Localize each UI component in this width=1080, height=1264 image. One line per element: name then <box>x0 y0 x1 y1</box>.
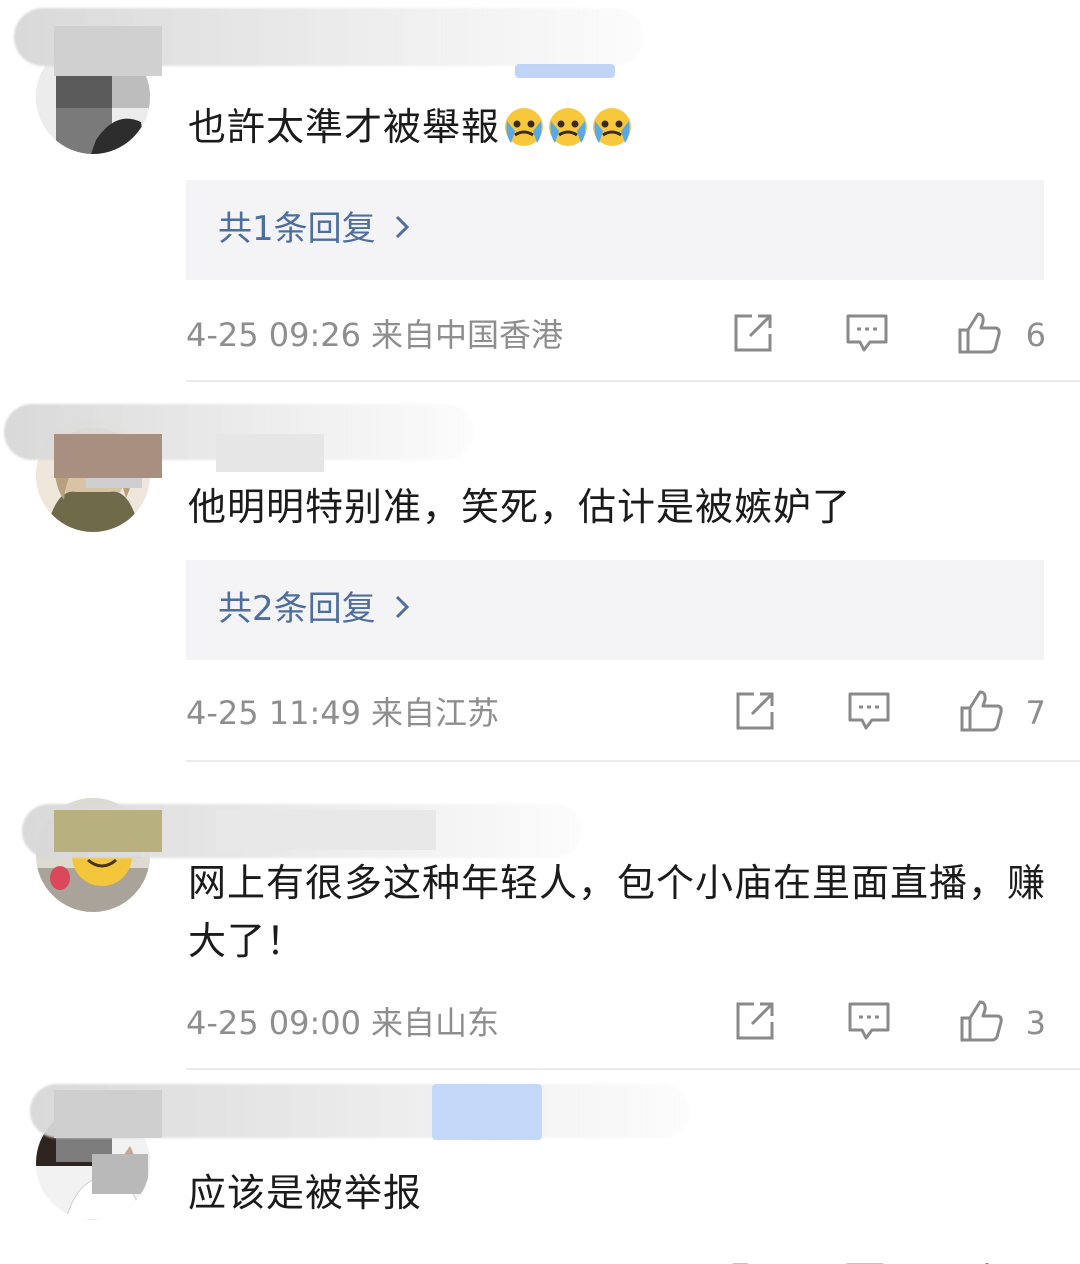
comment-icon <box>848 1002 890 1040</box>
comment-location: 来自山东 <box>371 1004 500 1042</box>
comment-item: 应该是被举报 <box>0 1070 1080 1264</box>
chevron-right-icon <box>394 586 410 632</box>
share-button[interactable] <box>730 310 776 356</box>
crying-face-emoji <box>502 105 546 149</box>
redacted-username-block <box>54 434 162 478</box>
share-icon <box>736 1002 774 1040</box>
comment-button[interactable] <box>846 688 892 734</box>
comment-meta: 4-25 09:00 来自山东 3 <box>186 998 1046 1048</box>
share-button[interactable] <box>732 688 778 734</box>
redacted-username-block <box>54 1090 162 1138</box>
redacted-username-block <box>54 26 162 76</box>
share-button[interactable] <box>732 998 778 1044</box>
comment-icon <box>846 314 888 352</box>
crying-face-emoji <box>590 105 634 149</box>
like-button[interactable] <box>956 310 1002 356</box>
comment-item: 网上有很多这种年轻人，包个小庙在里面直播，赚大了！ 4-25 09:00 来自山东… <box>0 762 1080 1070</box>
thumbs-up-icon <box>958 312 1001 354</box>
like-button[interactable] <box>958 688 1004 734</box>
crying-face-emoji <box>546 105 590 149</box>
reply-box: 共1条回复 <box>186 180 1044 280</box>
reply-count-label: 共1条回复 <box>218 209 376 249</box>
comment-text: 应该是被举报 <box>188 1171 423 1215</box>
user-badge <box>432 1084 542 1140</box>
comment-text: 网上有很多这种年轻人，包个小庙在里面直播，赚大了！ <box>188 861 1047 963</box>
like-count: 7 <box>1025 694 1046 732</box>
redacted-username-block <box>54 810 162 852</box>
view-replies-link[interactable]: 共1条回复 <box>218 206 410 252</box>
like-count: 6 <box>1025 316 1046 354</box>
comment-meta: 4-25 11:49 来自江苏 7 <box>186 688 1046 738</box>
comment-item: 也許太準才被舉報 共1条回复 4-25 09:26 来自中国香港 6 <box>0 0 1080 382</box>
like-count: 3 <box>1025 1004 1046 1042</box>
comment-timestamp: 4-25 09:26 来自中国香港 <box>186 316 564 354</box>
comment-item: 他明明特别准，笑死，估计是被嫉妒了 共2条回复 4-25 11:49 来自江苏 7 <box>0 382 1080 762</box>
share-icon <box>734 314 772 352</box>
comment-button[interactable] <box>844 310 890 356</box>
reply-count-label: 共2条回复 <box>218 589 376 629</box>
comment-text: 也許太準才被舉報 <box>188 98 1040 156</box>
comment-meta: 4-25 09:26 来自中国香港 6 <box>186 310 1046 360</box>
chevron-right-icon <box>394 206 410 252</box>
user-badge <box>515 64 615 78</box>
comment-location: 来自江苏 <box>371 694 500 732</box>
like-button[interactable] <box>958 998 1004 1044</box>
thumbs-up-icon <box>960 690 1003 732</box>
redacted-username-block <box>216 810 436 850</box>
reply-box: 共2条回复 <box>186 560 1044 660</box>
comment-button[interactable] <box>846 998 892 1044</box>
share-icon <box>736 692 774 730</box>
comment-location: 来自中国香港 <box>371 316 564 354</box>
comment-timestamp: 4-25 09:00 来自山东 <box>186 1004 500 1042</box>
comment-icon <box>848 692 890 730</box>
comment-text: 他明明特别准，笑死，估计是被嫉妒了 <box>188 485 852 529</box>
comment-timestamp: 4-25 11:49 来自江苏 <box>186 694 500 732</box>
comment-meta-partial <box>730 1256 1040 1264</box>
view-replies-link[interactable]: 共2条回复 <box>218 586 410 632</box>
thumbs-up-icon <box>960 1000 1003 1042</box>
redacted-username-block <box>216 434 324 472</box>
